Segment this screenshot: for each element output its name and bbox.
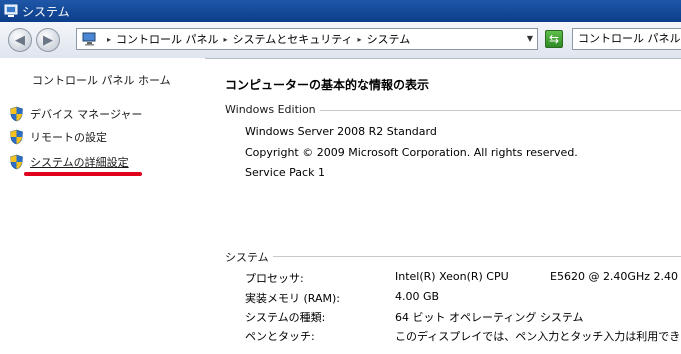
system-type-label: システムの種類: bbox=[245, 311, 326, 324]
pen-touch-value: このディスプレイでは、ペン入力とタッチ入力は利用できません bbox=[395, 330, 681, 343]
refresh-icon: ⇆ bbox=[548, 32, 560, 46]
chevron-right-icon: ▸ bbox=[223, 34, 228, 44]
address-toolbar: ◀ ▶ ▸ コントロール パネル ▸ システムとセキュリティ ▸ システム ▼ … bbox=[0, 22, 681, 59]
back-button[interactable]: ◀ bbox=[8, 28, 32, 52]
title-bar: システム bbox=[0, 0, 681, 22]
window-title: システム bbox=[22, 4, 70, 19]
left-nav-pane: コントロール パネル ホーム デバイス マネージャー リモートの設定 システムの… bbox=[0, 58, 205, 354]
search-input[interactable]: コントロール パネルの検 bbox=[572, 28, 681, 50]
sidebar-item-remote-settings[interactable]: リモートの設定 bbox=[9, 129, 107, 145]
copyright-text: Copyright © 2009 Microsoft Corporation. … bbox=[245, 146, 578, 159]
chevron-down-icon[interactable]: ▼ bbox=[527, 34, 533, 43]
shield-icon bbox=[10, 129, 23, 145]
chevron-right-icon: ▸ bbox=[107, 34, 112, 44]
forward-arrow-icon: ▶ bbox=[43, 32, 53, 48]
chevron-right-icon: ▸ bbox=[357, 34, 362, 44]
system-type-value: 64 ビット オペレーティング システム bbox=[395, 311, 584, 324]
main-content: コンピューターの基本的な情報の表示 Windows Edition Window… bbox=[205, 58, 681, 354]
processor-value: Intel(R) Xeon(R) CPU bbox=[395, 270, 509, 283]
computer-icon bbox=[82, 32, 96, 46]
back-arrow-icon: ◀ bbox=[15, 32, 25, 48]
address-bar[interactable]: ▸ コントロール パネル ▸ システムとセキュリティ ▸ システム ▼ bbox=[76, 28, 538, 50]
page-title: コンピューターの基本的な情報の表示 bbox=[225, 78, 430, 92]
memory-value: 4.00 GB bbox=[395, 290, 440, 303]
section-label-windows-edition: Windows Edition bbox=[225, 103, 320, 116]
annotation-underline bbox=[24, 172, 142, 176]
pen-touch-label: ペンとタッチ: bbox=[245, 330, 315, 343]
breadcrumb-system-security[interactable]: ▸ システムとセキュリティ bbox=[219, 31, 353, 47]
section-label-system: システム bbox=[225, 249, 273, 265]
refresh-button[interactable]: ⇆ bbox=[545, 30, 563, 48]
system-window-icon bbox=[4, 4, 18, 18]
breadcrumb-system[interactable]: ▸ システム bbox=[353, 31, 411, 47]
forward-button[interactable]: ▶ bbox=[36, 28, 60, 52]
service-pack: Service Pack 1 bbox=[245, 166, 325, 179]
processor-speed: E5620 @ 2.40GHz 2.40 GHz bbox=[550, 270, 681, 283]
edition-name: Windows Server 2008 R2 Standard bbox=[245, 125, 437, 138]
memory-label: 実装メモリ (RAM): bbox=[245, 292, 340, 305]
sidebar-item-device-manager[interactable]: デバイス マネージャー bbox=[9, 106, 142, 122]
shield-icon bbox=[10, 154, 23, 170]
divider bbox=[313, 110, 681, 111]
control-panel-home-link[interactable]: コントロール パネル ホーム bbox=[32, 72, 171, 88]
shield-icon bbox=[10, 106, 23, 122]
breadcrumb-control-panel[interactable]: ▸ コントロール パネル bbox=[102, 31, 219, 47]
sidebar-item-advanced-system-settings[interactable]: システムの詳細設定 bbox=[9, 154, 129, 170]
processor-label: プロセッサ: bbox=[245, 272, 304, 285]
divider bbox=[267, 256, 681, 257]
